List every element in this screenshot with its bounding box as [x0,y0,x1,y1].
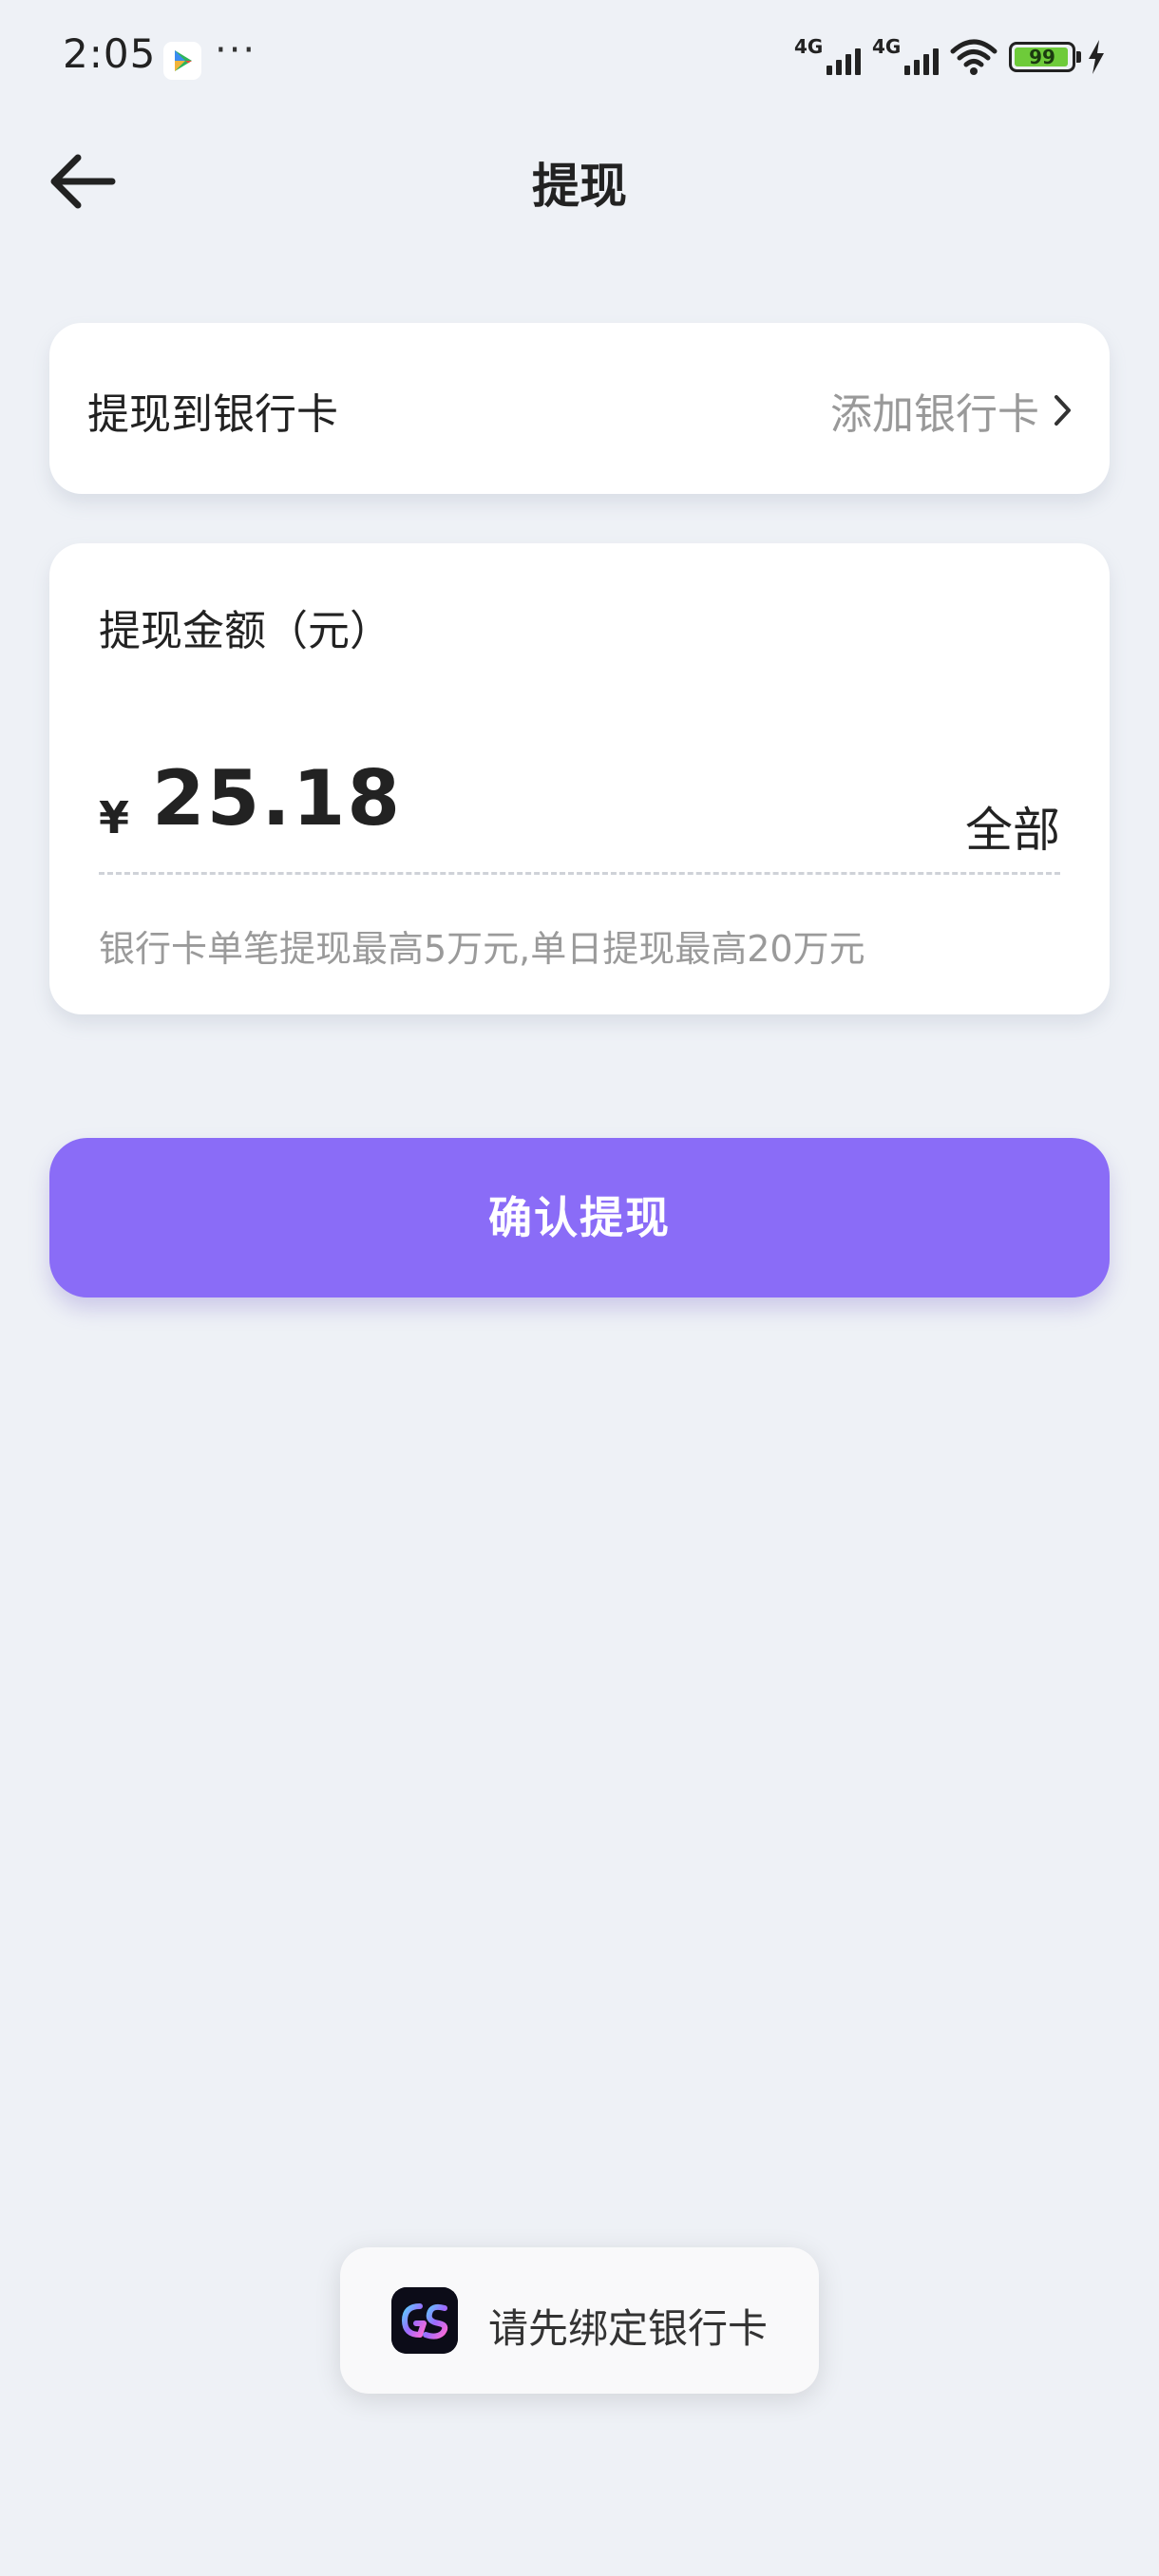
chevron-right-icon [1054,395,1071,426]
divider [99,872,1060,875]
toast: 请先绑定银行卡 [340,2247,819,2394]
play-store-icon [163,42,201,80]
signal-icon: 4G [872,35,939,79]
status-indicators: 4G 4G 99 [794,34,1106,80]
network-type: 4G [794,35,824,58]
signal-icon: 4G [794,35,861,79]
wifi-icon [950,39,998,75]
status-bar: 2:05 ··· 4G 4G 99 [0,0,1159,114]
toast-message: 请先绑定银行卡 [488,2305,769,2352]
more-notifications-icon: ··· [215,28,257,72]
network-type: 4G [872,35,902,58]
nav-header: 提现 [0,123,1159,237]
app-logo-icon [391,2287,458,2354]
withdraw-amount-card: 提现金额（元） ¥ 25.18 全部 银行卡单笔提现最高5万元,单日提现最高20… [49,543,1110,1014]
confirm-withdraw-button[interactable]: 确认提现 [49,1138,1110,1297]
withdraw-target-label: 提现到银行卡 [87,390,338,439]
withdraw-to-bank-card-row[interactable]: 提现到银行卡 添加银行卡 [49,323,1110,494]
status-time: 2:05 [63,30,157,77]
charging-icon [1089,40,1104,74]
amount-input[interactable]: 25.18 [152,754,402,843]
withdraw-limit-note: 银行卡单笔提现最高5万元,单日提现最高20万元 [99,928,865,970]
currency-symbol: ¥ [99,792,130,843]
page-title: 提现 [532,159,627,214]
add-bank-card-label: 添加银行卡 [830,390,1039,439]
add-bank-card-link[interactable]: 添加银行卡 [830,380,1075,441]
amount-title: 提现金额（元） [99,607,391,655]
withdraw-all-button[interactable]: 全部 [965,792,1060,861]
battery-icon: 99 [1009,42,1081,72]
battery-level: 99 [1029,46,1055,68]
